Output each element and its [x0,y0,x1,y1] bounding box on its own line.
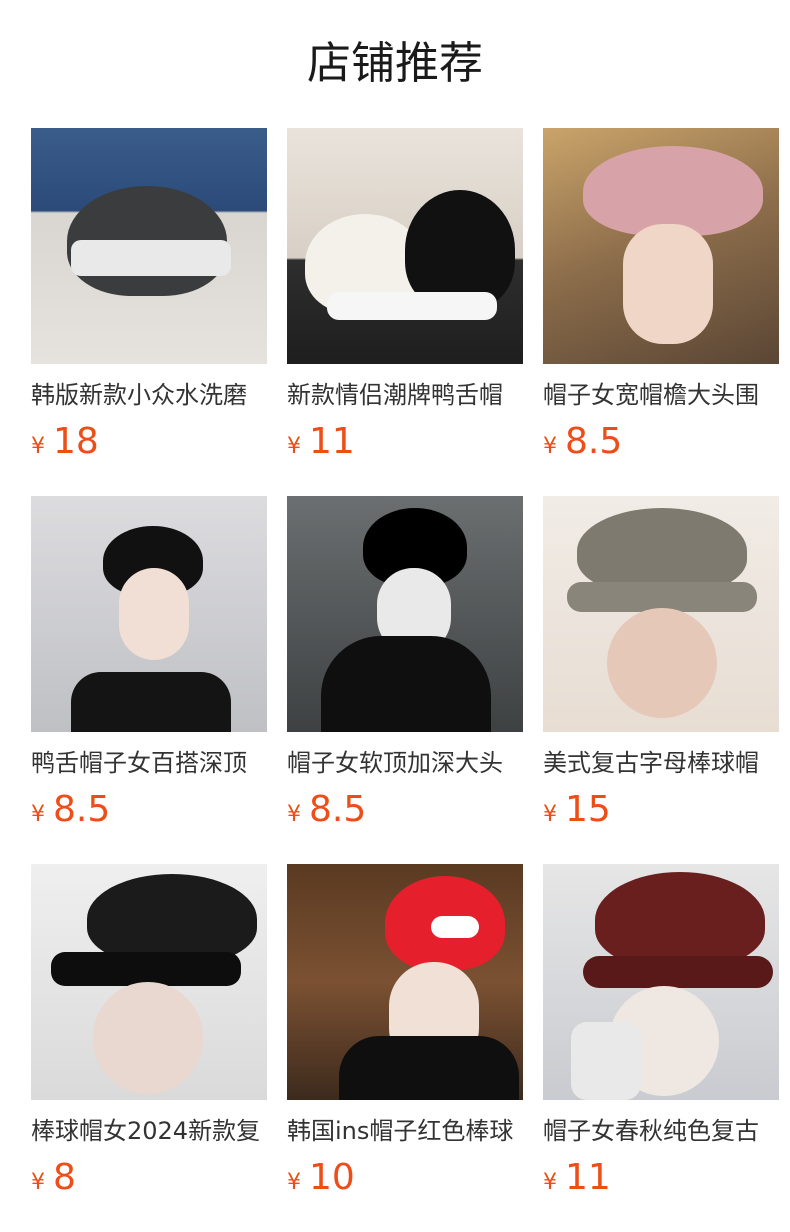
price-value: 18 [53,421,99,462]
currency-symbol: ¥ [543,1170,557,1195]
product-price: ¥18 [31,420,267,464]
product-image[interactable] [287,496,523,732]
product-name[interactable]: 棒球帽女2024新款复 [31,1114,267,1148]
product-price: ¥11 [543,1156,779,1200]
price-value: 8 [53,1157,76,1198]
product-name[interactable]: 新款情侣潮牌鸭舌帽 [287,378,523,412]
currency-symbol: ¥ [543,802,557,827]
price-value: 10 [309,1157,355,1198]
product-price: ¥8.5 [287,788,523,832]
price-value: 8.5 [309,789,367,830]
product-image[interactable] [287,128,523,364]
currency-symbol: ¥ [543,434,557,459]
price-value: 8.5 [53,789,111,830]
product-price: ¥10 [287,1156,523,1200]
product-name[interactable]: 帽子女软顶加深大头 [287,746,523,780]
product-image[interactable] [31,128,267,364]
product-grid: 韩版新款小众水洗磨 ¥18 新款情侣潮牌鸭舌帽 ¥11 帽子女宽帽檐大头围 ¥ … [31,128,790,1216]
product-image[interactable] [31,496,267,732]
price-value: 11 [309,421,355,462]
price-value: 11 [565,1157,611,1198]
page-title: 店铺推荐 [307,38,483,89]
currency-symbol: ¥ [31,802,45,827]
product-price: ¥15 [543,788,779,832]
product-image[interactable] [287,864,523,1100]
product-name[interactable]: 韩国ins帽子红色棒球 [287,1114,523,1148]
store-recommendations-page: 店铺推荐 韩版新款小众水洗磨 ¥18 新款情侣潮牌鸭舌帽 ¥ 11 帽子女宽帽檐… [0,0,790,1232]
currency-symbol: ¥ [287,802,301,827]
product-card[interactable]: 新款情侣潮牌鸭舌帽 ¥11 [287,128,523,480]
price-value: 8.5 [565,421,623,462]
product-card[interactable]: 韩版新款小众水洗磨 ¥18 [31,128,267,480]
product-card[interactable]: 鸭舌帽子女百搭深顶 ¥8.5 [31,496,267,848]
product-card[interactable]: 棒球帽女2024新款复 ¥8 [31,864,267,1216]
product-name[interactable]: 帽子女春秋纯色复古 [543,1114,779,1148]
currency-symbol: ¥ [287,1170,301,1195]
product-price: ¥8 [31,1156,267,1200]
product-card[interactable]: 帽子女软顶加深大头 ¥8.5 [287,496,523,848]
product-image[interactable] [543,864,779,1100]
product-image[interactable] [31,864,267,1100]
product-card[interactable]: 帽子女春秋纯色复古 ¥11 [543,864,779,1216]
product-name[interactable]: 鸭舌帽子女百搭深顶 [31,746,267,780]
product-card[interactable]: 美式复古字母棒球帽 ¥15 [543,496,779,848]
product-name[interactable]: 美式复古字母棒球帽 [543,746,779,780]
currency-symbol: ¥ [287,434,301,459]
product-image[interactable] [543,128,779,364]
currency-symbol: ¥ [31,1170,45,1195]
price-value: 15 [565,789,611,830]
currency-symbol: ¥ [31,434,45,459]
product-price: ¥11 [287,420,523,464]
product-price: ¥8.5 [31,788,267,832]
product-card[interactable]: 帽子女宽帽檐大头围 ¥8.5 [543,128,779,480]
product-price: ¥8.5 [543,420,779,464]
product-name[interactable]: 韩版新款小众水洗磨 [31,378,267,412]
product-card[interactable]: 韩国ins帽子红色棒球 ¥10 [287,864,523,1216]
product-name[interactable]: 帽子女宽帽檐大头围 [543,378,779,412]
product-image[interactable] [543,496,779,732]
